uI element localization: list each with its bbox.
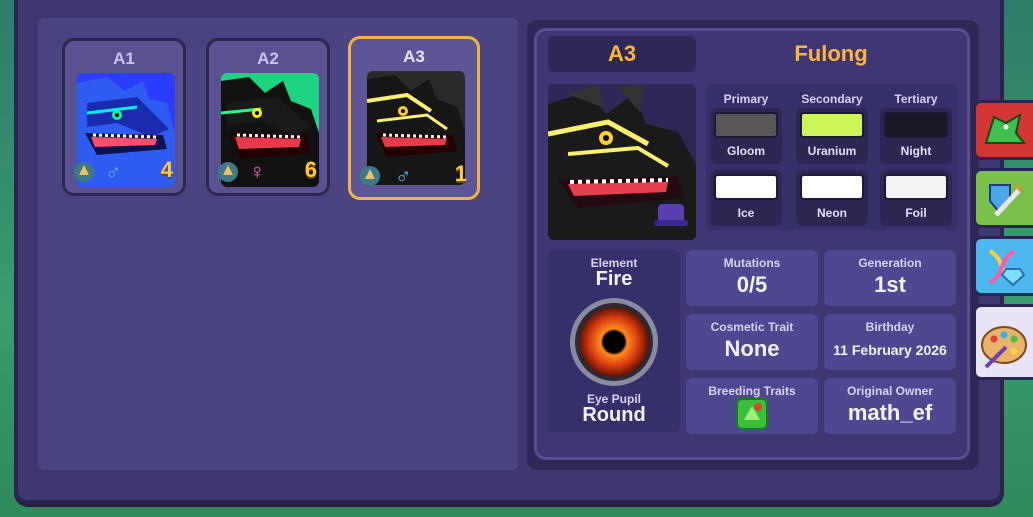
color-cell-tertiary-1: Night (880, 108, 952, 164)
equipment-tab[interactable] (973, 168, 1033, 228)
male-gender-icon: ♂ (105, 159, 122, 184)
color-genes-panel: Primary Secondary Tertiary Gloom Uranium… (706, 84, 958, 230)
creature-card-a3[interactable]: A3 ♂ 1 (348, 36, 480, 200)
color-swatch (800, 112, 864, 138)
color-swatch (884, 112, 948, 138)
female-gender-icon: ♀ (249, 159, 266, 184)
birthday-value: 11 February 2026 (833, 342, 947, 358)
eye-pupil-value: Round (582, 404, 646, 426)
element-badge-icon (74, 162, 94, 182)
generation-stat: Generation 1st (824, 250, 956, 306)
generation-label: Generation (858, 256, 922, 270)
element-value: Fire (595, 268, 633, 290)
card-label: A1 (113, 49, 135, 68)
color-name: Ice (737, 206, 755, 220)
color-cell-secondary-1: Uranium (796, 108, 868, 164)
primary-header: Primary (723, 92, 769, 106)
mutations-label: Mutations (723, 256, 781, 270)
cosmetic-trait-value: None (724, 336, 780, 361)
color-name: Gloom (727, 144, 765, 158)
element-panel: Element Fire Eye Pupil Round (548, 250, 680, 432)
color-cell-primary-1: Gloom (710, 108, 782, 164)
tertiary-header: Tertiary (894, 92, 938, 106)
card-label: A2 (257, 49, 279, 68)
sword-shield-icon (989, 183, 1024, 217)
creature-card-a1[interactable]: A1 ♂ 4 (62, 38, 186, 196)
color-cell-primary-2: Ice (710, 170, 782, 226)
color-name: Uranium (807, 144, 857, 158)
card-label: A3 (403, 47, 425, 66)
original-owner-stat: Original Owner math_ef (824, 378, 956, 434)
mutations-stat: Mutations 0/5 (686, 250, 818, 306)
generation-value: 1st (874, 272, 906, 297)
creature-name: A3 (548, 36, 696, 72)
mutations-value: 0/5 (736, 272, 768, 297)
original-owner-label: Original Owner (846, 384, 933, 398)
color-swatch (714, 174, 778, 200)
palette-icon (981, 326, 1027, 369)
original-owner-value: math_ef (847, 400, 933, 425)
customize-tab[interactable] (973, 304, 1033, 380)
creature-card-a2[interactable]: A2 ♀ 6 (206, 38, 330, 196)
fire-eye-icon (570, 298, 658, 386)
element-badge-icon (218, 162, 238, 182)
color-name: Night (900, 144, 932, 158)
selected-dragon-portrait (548, 84, 696, 240)
breeding-traits-label: Breeding Traits (708, 384, 796, 398)
male-gender-icon: ♂ (395, 163, 412, 188)
cosmetic-trait-stat: Cosmetic Trait None (686, 314, 818, 370)
dragon-tab[interactable] (973, 100, 1033, 160)
color-name: Neon (817, 206, 847, 220)
breeding-traits-stat: Breeding Traits (686, 378, 818, 434)
color-cell-secondary-2: Neon (796, 170, 868, 226)
card-count: 4 (160, 157, 173, 182)
species-name: Fulong (794, 41, 868, 66)
genetics-tab[interactable] (973, 236, 1033, 296)
secondary-header: Secondary (801, 92, 863, 106)
color-swatch (714, 112, 778, 138)
dragon-portrait (367, 71, 465, 185)
color-cell-tertiary-2: Foil (880, 170, 952, 226)
color-name: Foil (905, 206, 927, 220)
birthday-stat: Birthday 11 February 2026 (824, 314, 956, 370)
dragon-icon (984, 113, 1027, 144)
cosmetic-trait-label: Cosmetic Trait (710, 320, 794, 334)
birthday-label: Birthday (865, 320, 915, 334)
card-count: 1 (454, 161, 467, 186)
element-badge-icon (360, 166, 380, 186)
breeding-trait-icon[interactable] (736, 398, 768, 430)
card-count: 6 (304, 157, 317, 182)
color-swatch (800, 174, 864, 200)
dna-gem-icon (988, 249, 1026, 287)
color-swatch (884, 174, 948, 200)
